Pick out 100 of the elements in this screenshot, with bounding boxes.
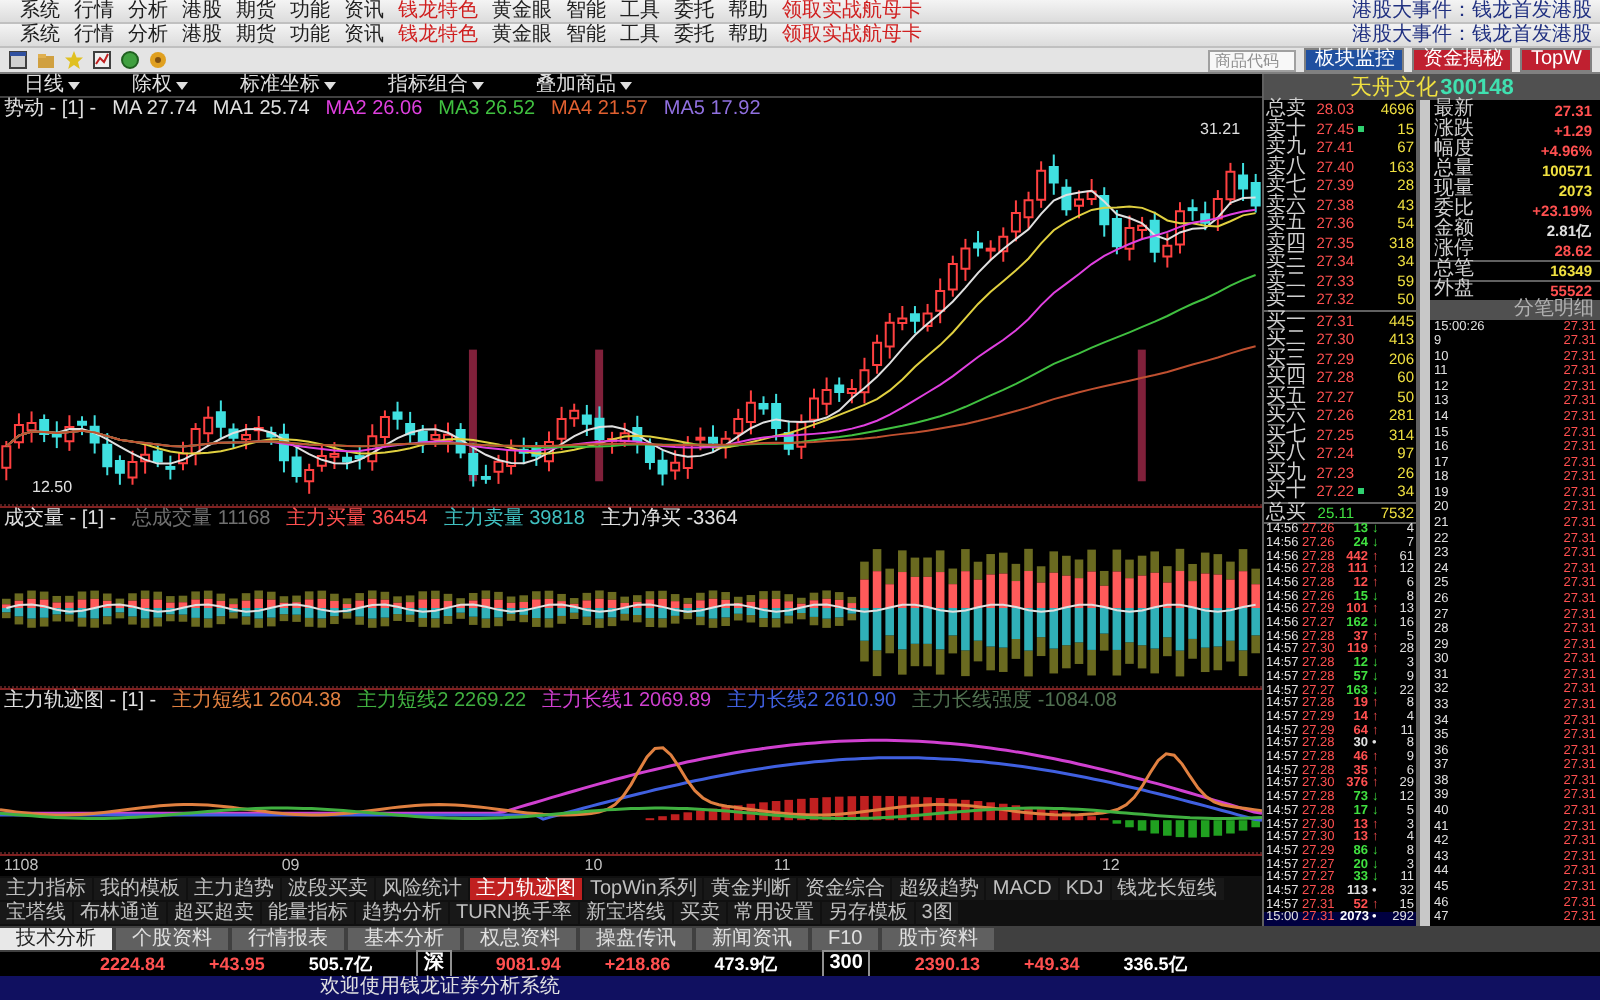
toolbar-button[interactable]: 资金揭秘: [1412, 48, 1513, 72]
indicator-tab[interactable]: 黄金判断: [704, 878, 797, 901]
indicator-tab[interactable]: TopWin系列: [584, 878, 703, 901]
indicator-tab[interactable]: 另存模板: [821, 902, 914, 925]
tab[interactable]: 股市资料: [882, 928, 995, 950]
window-icon[interactable]: [8, 50, 28, 70]
toolbar-button[interactable]: 板块监控: [1304, 48, 1405, 72]
tab[interactable]: 操盘传讯: [580, 928, 692, 950]
stock-name: 天舟文化: [1350, 73, 1439, 100]
indicator-tab[interactable]: 主力趋势: [188, 878, 280, 901]
indicator-tab[interactable]: 新宝塔线: [579, 902, 672, 925]
indicator-tab[interactable]: 买卖: [673, 902, 726, 925]
indicator-tab[interactable]: 3图: [915, 902, 959, 925]
indicator-tab[interactable]: 布林通道: [74, 902, 166, 925]
menu-item[interactable]: 委托: [674, 24, 714, 46]
row-label: 卖六: [1266, 195, 1306, 214]
tab[interactable]: 行情报表: [232, 928, 344, 950]
indicator-tab[interactable]: 我的模板: [94, 878, 186, 901]
indicator-value: 主力买量 36454: [286, 509, 428, 530]
row-label: 卖二: [1266, 271, 1306, 290]
histogram-bar: [1125, 820, 1134, 828]
histogram-bar: [1062, 812, 1071, 821]
indicator-tab[interactable]: TURN换手率: [450, 902, 578, 925]
histogram-bar: [759, 802, 768, 821]
indicator-tab[interactable]: 资金综合: [798, 878, 891, 901]
menu-item[interactable]: 帮助: [728, 0, 768, 22]
menu-item[interactable]: 钱龙特色: [398, 24, 478, 46]
histogram-bar: [885, 796, 894, 821]
stat-label: 涨跌: [1434, 120, 1474, 140]
histogram-bar: [1226, 820, 1235, 834]
histogram-bar: [834, 796, 844, 821]
menu-item[interactable]: 黄金眼: [492, 0, 552, 22]
menu-item[interactable]: 工具: [620, 0, 660, 22]
indicator-tab[interactable]: 超买超卖: [168, 902, 260, 925]
menu-item[interactable]: 期货: [236, 24, 276, 46]
indicator-tab[interactable]: 宝塔线: [0, 902, 72, 925]
menu-item[interactable]: 工具: [620, 24, 660, 46]
menu-item[interactable]: 资讯: [344, 0, 384, 22]
toolbar-button[interactable]: TopW: [1520, 48, 1592, 72]
tab[interactable]: 新闻资讯: [696, 928, 808, 950]
menu-item[interactable]: 领取实战航母卡: [782, 24, 922, 46]
indicator-tab[interactable]: 常用设置: [727, 902, 820, 925]
indicator-tab[interactable]: 能量指标: [262, 902, 354, 925]
news-notice[interactable]: 港股大事件：钱龙首发港股: [1352, 24, 1600, 46]
tab[interactable]: F10: [812, 928, 879, 950]
dropdown-button[interactable]: 日线: [24, 74, 80, 96]
row-label: 买九: [1266, 463, 1306, 482]
chart-icon[interactable]: [92, 50, 112, 70]
indicator-value: MA2 26.06: [325, 99, 423, 119]
histogram-bar: [1238, 820, 1248, 831]
menu-item[interactable]: 分析: [128, 24, 168, 46]
menu-item[interactable]: 分析: [128, 0, 168, 22]
row-label: 买七: [1266, 425, 1306, 444]
row-label: 卖七: [1266, 176, 1306, 195]
histogram-bar: [910, 796, 920, 821]
histogram-bar: [809, 798, 819, 821]
menu-item[interactable]: 功能: [290, 24, 330, 46]
dropdown-button[interactable]: 指标组合: [388, 74, 484, 96]
scrollbar[interactable]: [1418, 100, 1430, 927]
menu-item[interactable]: 智能: [566, 0, 606, 22]
indicator-tab[interactable]: MACD: [986, 878, 1058, 901]
indicator-tab[interactable]: 主力指标: [0, 878, 92, 901]
news-notice[interactable]: 港股大事件：钱龙首发港股: [1352, 0, 1600, 22]
dropdown-button[interactable]: 除权: [132, 74, 188, 96]
tab[interactable]: 基本分析: [348, 928, 460, 950]
menu-item[interactable]: 帮助: [728, 24, 768, 46]
histogram-bar: [658, 816, 667, 821]
indicator-tab[interactable]: 钱龙长短线: [1111, 878, 1224, 901]
indicator-tab[interactable]: 风险统计: [376, 878, 468, 901]
menu-item[interactable]: 智能: [566, 24, 606, 46]
menu-item[interactable]: 资讯: [344, 24, 384, 46]
caret-icon: [472, 81, 484, 89]
dropdown-button[interactable]: 标准坐标: [240, 74, 336, 96]
menu-item[interactable]: 钱龙特色: [398, 0, 478, 22]
indicator-tab[interactable]: 超级趋势: [892, 878, 985, 901]
stat-label: 金额: [1434, 220, 1474, 240]
histogram-bar: [872, 795, 882, 821]
menu-item[interactable]: 港股: [182, 0, 222, 22]
indicator-tab[interactable]: 波段买卖: [282, 878, 374, 901]
search-field[interactable]: 商品代码: [1208, 49, 1297, 71]
stat-label: 委比: [1434, 200, 1474, 220]
tab[interactable]: 权息资料: [464, 928, 576, 950]
menu-item[interactable]: 期货: [236, 0, 276, 22]
indicator-tab[interactable]: KDJ: [1059, 878, 1110, 901]
menu-item[interactable]: 黄金眼: [492, 24, 552, 46]
indicator-tab[interactable]: 主力轨迹图: [470, 878, 582, 901]
star-icon[interactable]: [64, 50, 84, 70]
tab[interactable]: 个股资料: [116, 928, 228, 950]
menu-item[interactable]: 功能: [290, 0, 330, 22]
tab[interactable]: 技术分析: [0, 928, 112, 950]
menu-item[interactable]: 系统: [20, 24, 60, 46]
histogram-bar: [746, 803, 756, 821]
dropdown-button[interactable]: 叠加商品: [536, 74, 632, 96]
menu-item[interactable]: 行情: [74, 0, 114, 22]
histogram-bar: [1200, 820, 1210, 838]
stock-code: 300148: [1440, 75, 1514, 99]
caret-icon: [176, 81, 188, 89]
menu-item[interactable]: 行情: [74, 24, 114, 46]
indicator-tab[interactable]: 趋势分析: [356, 902, 448, 925]
menu-item[interactable]: 港股: [182, 24, 222, 46]
